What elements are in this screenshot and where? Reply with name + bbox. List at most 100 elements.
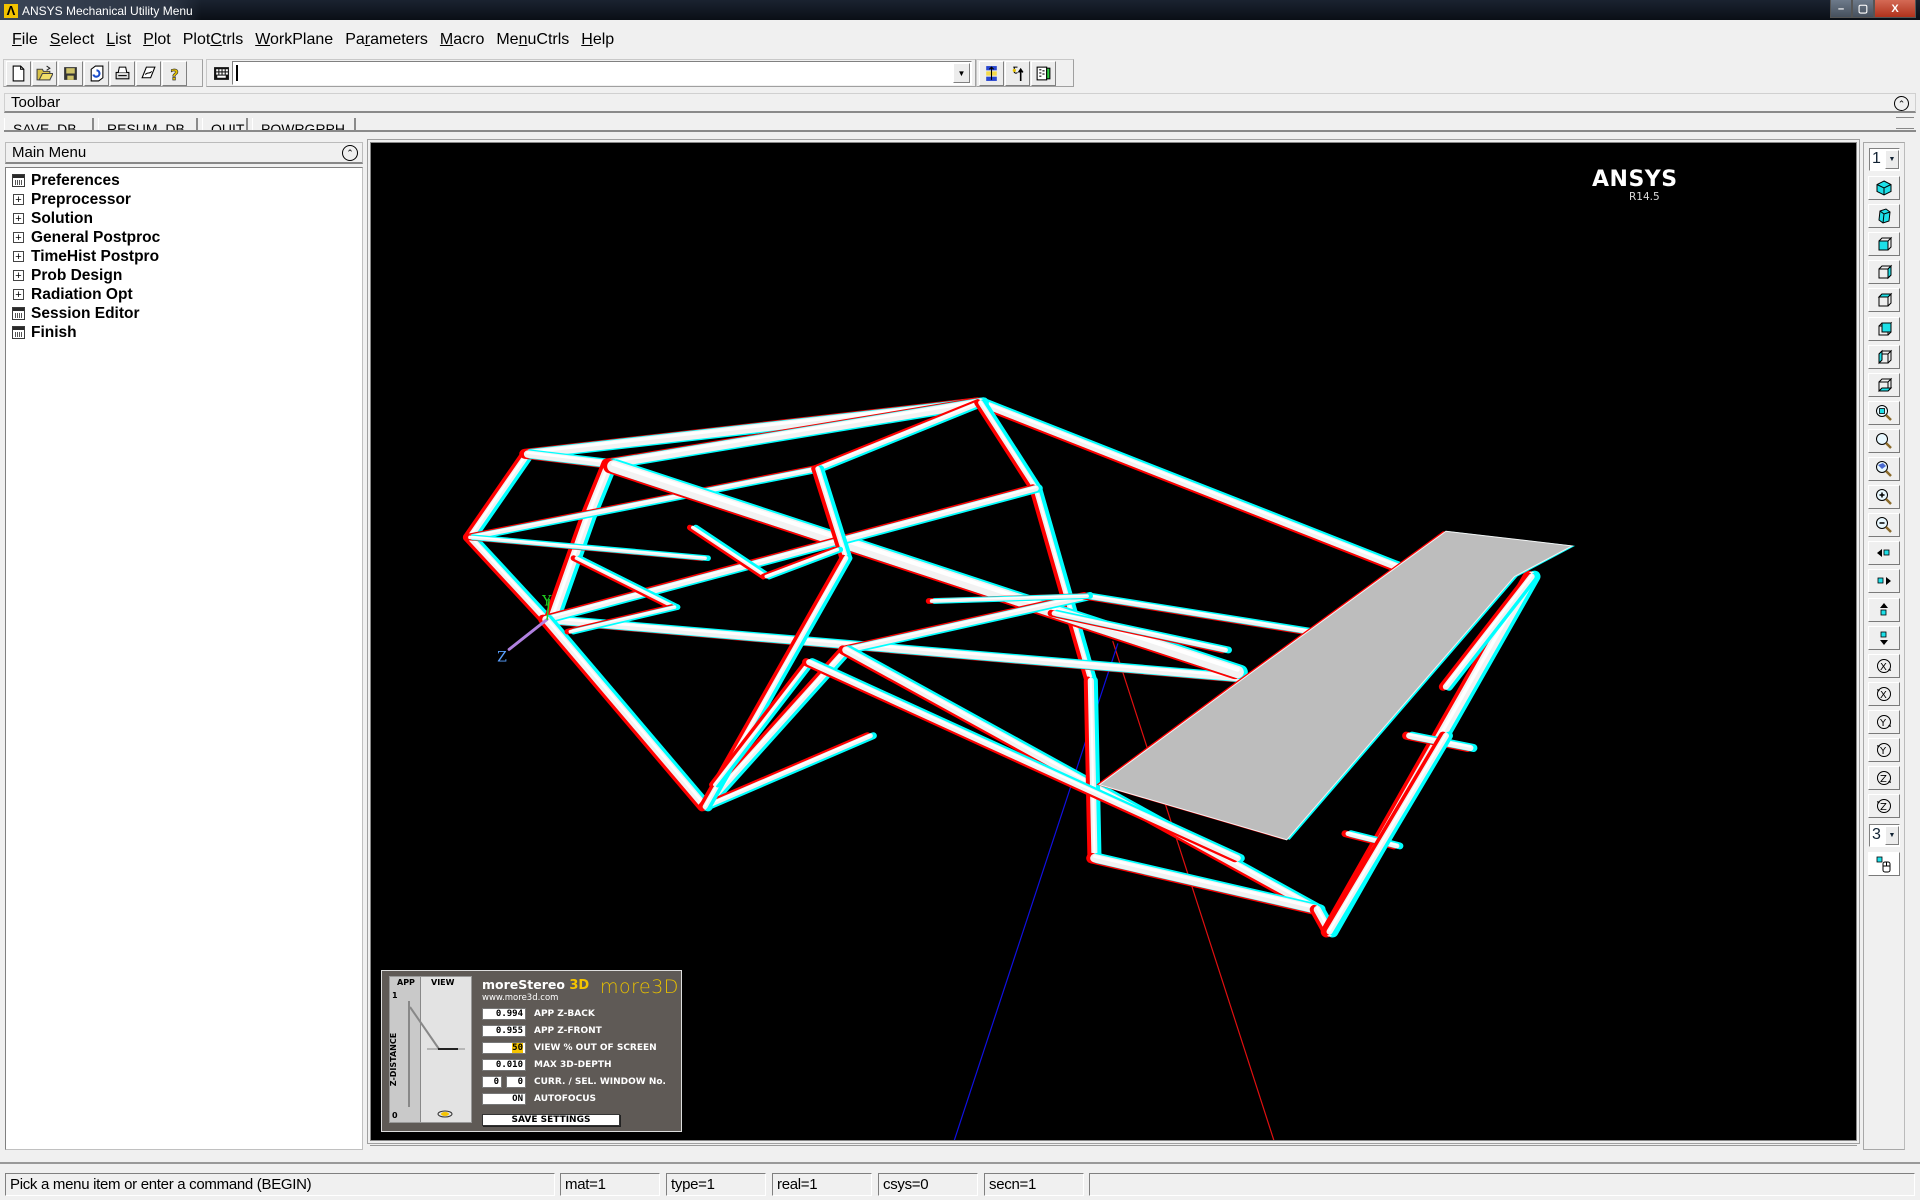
main-menu-item-finish[interactable]: Finish — [6, 323, 362, 342]
toolbar-panel-title: Toolbar — [11, 94, 61, 111]
pan-right-button[interactable] — [1868, 569, 1900, 594]
menu-plotctrls[interactable]: PlotCtrls — [177, 31, 249, 49]
print-button[interactable] — [110, 60, 135, 86]
rotate-z-neg-button[interactable]: Z — [1868, 794, 1900, 819]
front-view-button[interactable] — [1868, 232, 1900, 257]
command-input[interactable] — [232, 61, 972, 85]
toolbar-button-label: QUIT — [211, 121, 245, 132]
open-file-button[interactable] — [32, 60, 57, 86]
morestereo-title-text: moreStereo — [482, 977, 565, 992]
pan-up-button[interactable] — [1868, 597, 1900, 622]
rotate-x-neg-button[interactable]: X — [1868, 681, 1900, 706]
app-z-front-input[interactable]: 0.955 — [482, 1024, 526, 1037]
back-view-button[interactable] — [1868, 316, 1900, 341]
pan-down-button[interactable] — [1868, 625, 1900, 650]
zoom-back-button[interactable] — [1868, 457, 1900, 481]
minimize-button[interactable]: – — [1830, 0, 1852, 18]
main-menu-item-general-postproc[interactable]: + General Postproc — [6, 228, 362, 247]
isometric-view-button[interactable] — [1868, 176, 1900, 200]
main-menu-collapse-button[interactable]: ⌃ — [342, 145, 358, 161]
new-file-button[interactable] — [6, 60, 31, 86]
morestereo-url: www.more3d.com — [482, 993, 559, 1003]
image-capture-button[interactable] — [136, 60, 161, 86]
right-view-button[interactable] — [1868, 260, 1900, 285]
file-toolbar-group: ? — [3, 59, 203, 87]
triad-y-label: Y — [541, 593, 552, 609]
menu-plot[interactable]: Plot — [137, 31, 177, 49]
report-button[interactable] — [84, 60, 109, 86]
left-view-icon — [1878, 349, 1893, 364]
zoom-button[interactable] — [1868, 428, 1900, 453]
current-window-input[interactable]: 0 — [482, 1075, 502, 1088]
window-number-select[interactable]: 1 ▼ — [1869, 148, 1900, 171]
save-settings-button[interactable]: SAVE SETTINGS — [482, 1114, 620, 1126]
command-prompt-button[interactable] — [209, 61, 234, 86]
main-menu-item-preferences[interactable]: Preferences — [6, 171, 362, 190]
main-menu-item-timehist-postpro[interactable]: + TimeHist Postpro — [6, 247, 362, 266]
frame-tube — [976, 398, 1401, 571]
bottom-view-button[interactable] — [1868, 372, 1900, 397]
frame-tube — [607, 460, 1244, 679]
menu-help[interactable]: Help — [575, 31, 620, 49]
contact-manager-button[interactable] — [1031, 60, 1056, 86]
toolbar-button-quit[interactable]: QUIT — [202, 118, 248, 132]
zoom-out-button[interactable] — [1868, 513, 1900, 538]
toolbar-button-powrgrph[interactable]: POWRGRPH — [252, 118, 356, 130]
save-button[interactable] — [58, 60, 83, 86]
menu-workplane[interactable]: WorkPlane — [249, 31, 339, 49]
main-menu-item-label: Solution — [31, 209, 93, 227]
raise-hidden-button[interactable] — [979, 60, 1004, 86]
zoom-in-button[interactable] — [1868, 485, 1900, 510]
left-view-button[interactable] — [1868, 344, 1900, 369]
menu-parameters[interactable]: Parameters — [339, 31, 434, 49]
morestereo-title: moreStereo 3D — [482, 977, 589, 993]
command-history-dropdown[interactable]: ▼ — [953, 63, 970, 83]
rotate-z-pos-button[interactable]: Z — [1868, 766, 1900, 791]
help-button[interactable]: ? — [162, 60, 187, 86]
selected-window-input[interactable]: 0 — [506, 1075, 526, 1088]
frame-tube-highlight — [611, 461, 1240, 672]
rotate-y-pos-button[interactable]: Y — [1868, 709, 1900, 734]
max-3d-depth-input[interactable]: 0.010 — [482, 1058, 526, 1071]
field-autofocus: ON AUTOFOCUS — [482, 1092, 596, 1105]
menu-macro[interactable]: Macro — [434, 31, 490, 49]
text-caret — [236, 65, 238, 81]
maximize-button[interactable]: ▢ — [1852, 0, 1874, 18]
top-view-button[interactable] — [1868, 288, 1900, 313]
main-menu-item-session-editor[interactable]: Session Editor — [6, 304, 362, 323]
dialog-icon — [12, 174, 25, 187]
main-menu-item-prob-design[interactable]: + Prob Design — [6, 266, 362, 285]
toolbar-button-save-db[interactable]: SAVE_DB — [4, 118, 94, 130]
frame-tube-highlight — [1034, 486, 1092, 681]
window-count-value: 3 — [1872, 826, 1881, 844]
menu-file[interactable]: File — [6, 31, 44, 49]
svg-text:Z: Z — [1880, 802, 1887, 813]
rotate-y-neg-button[interactable]: Y — [1868, 738, 1900, 762]
close-button[interactable]: X — [1874, 0, 1916, 18]
toolbar-resize-grip[interactable] — [1896, 117, 1914, 129]
autofocus-toggle[interactable]: ON — [482, 1092, 526, 1105]
graphics-window[interactable]: Y Z ANSYS R14.5 APP VIEW 1 0 Z-DISTANCE m… — [370, 142, 1857, 1141]
main-menu-item-preprocessor[interactable]: + Preprocessor — [6, 190, 362, 209]
minimize-icon: – — [1837, 2, 1845, 15]
main-menu-panel: Main Menu ⌃ Preferences + Preprocessor + Sol… — [5, 142, 363, 1150]
main-menu-item-solution[interactable]: + Solution — [6, 209, 362, 228]
toolbar-button-resum-db[interactable]: RESUM_DB — [98, 118, 198, 130]
open-file-icon — [36, 65, 53, 80]
save-icon — [64, 66, 77, 80]
window-count-select[interactable]: 3 ▼ — [1869, 824, 1900, 848]
pan-left-button[interactable] — [1868, 541, 1900, 566]
fit-view-button[interactable] — [1868, 400, 1900, 425]
oblique-view-button[interactable] — [1868, 204, 1900, 229]
toolbar-collapse-button[interactable]: ⌃ — [1894, 96, 1909, 111]
reset-picking-button[interactable] — [1005, 60, 1030, 86]
app-z-back-input[interactable]: 0.994 — [482, 1007, 526, 1020]
rotate-x-pos-button[interactable]: X — [1868, 653, 1900, 678]
menu-list[interactable]: List — [100, 31, 137, 49]
view-out-of-screen-input[interactable]: 50 — [482, 1041, 526, 1054]
main-menu-item-radiation-opt[interactable]: + Radiation Opt — [6, 285, 362, 304]
dynamic-mode-button[interactable] — [1868, 852, 1900, 877]
menu-menuctrls[interactable]: MenuCtrls — [490, 31, 575, 49]
menu-select[interactable]: Select — [44, 31, 100, 49]
window-titlebar: Λ ANSYS Mechanical Utility Menu – ▢ X — [0, 0, 1920, 20]
